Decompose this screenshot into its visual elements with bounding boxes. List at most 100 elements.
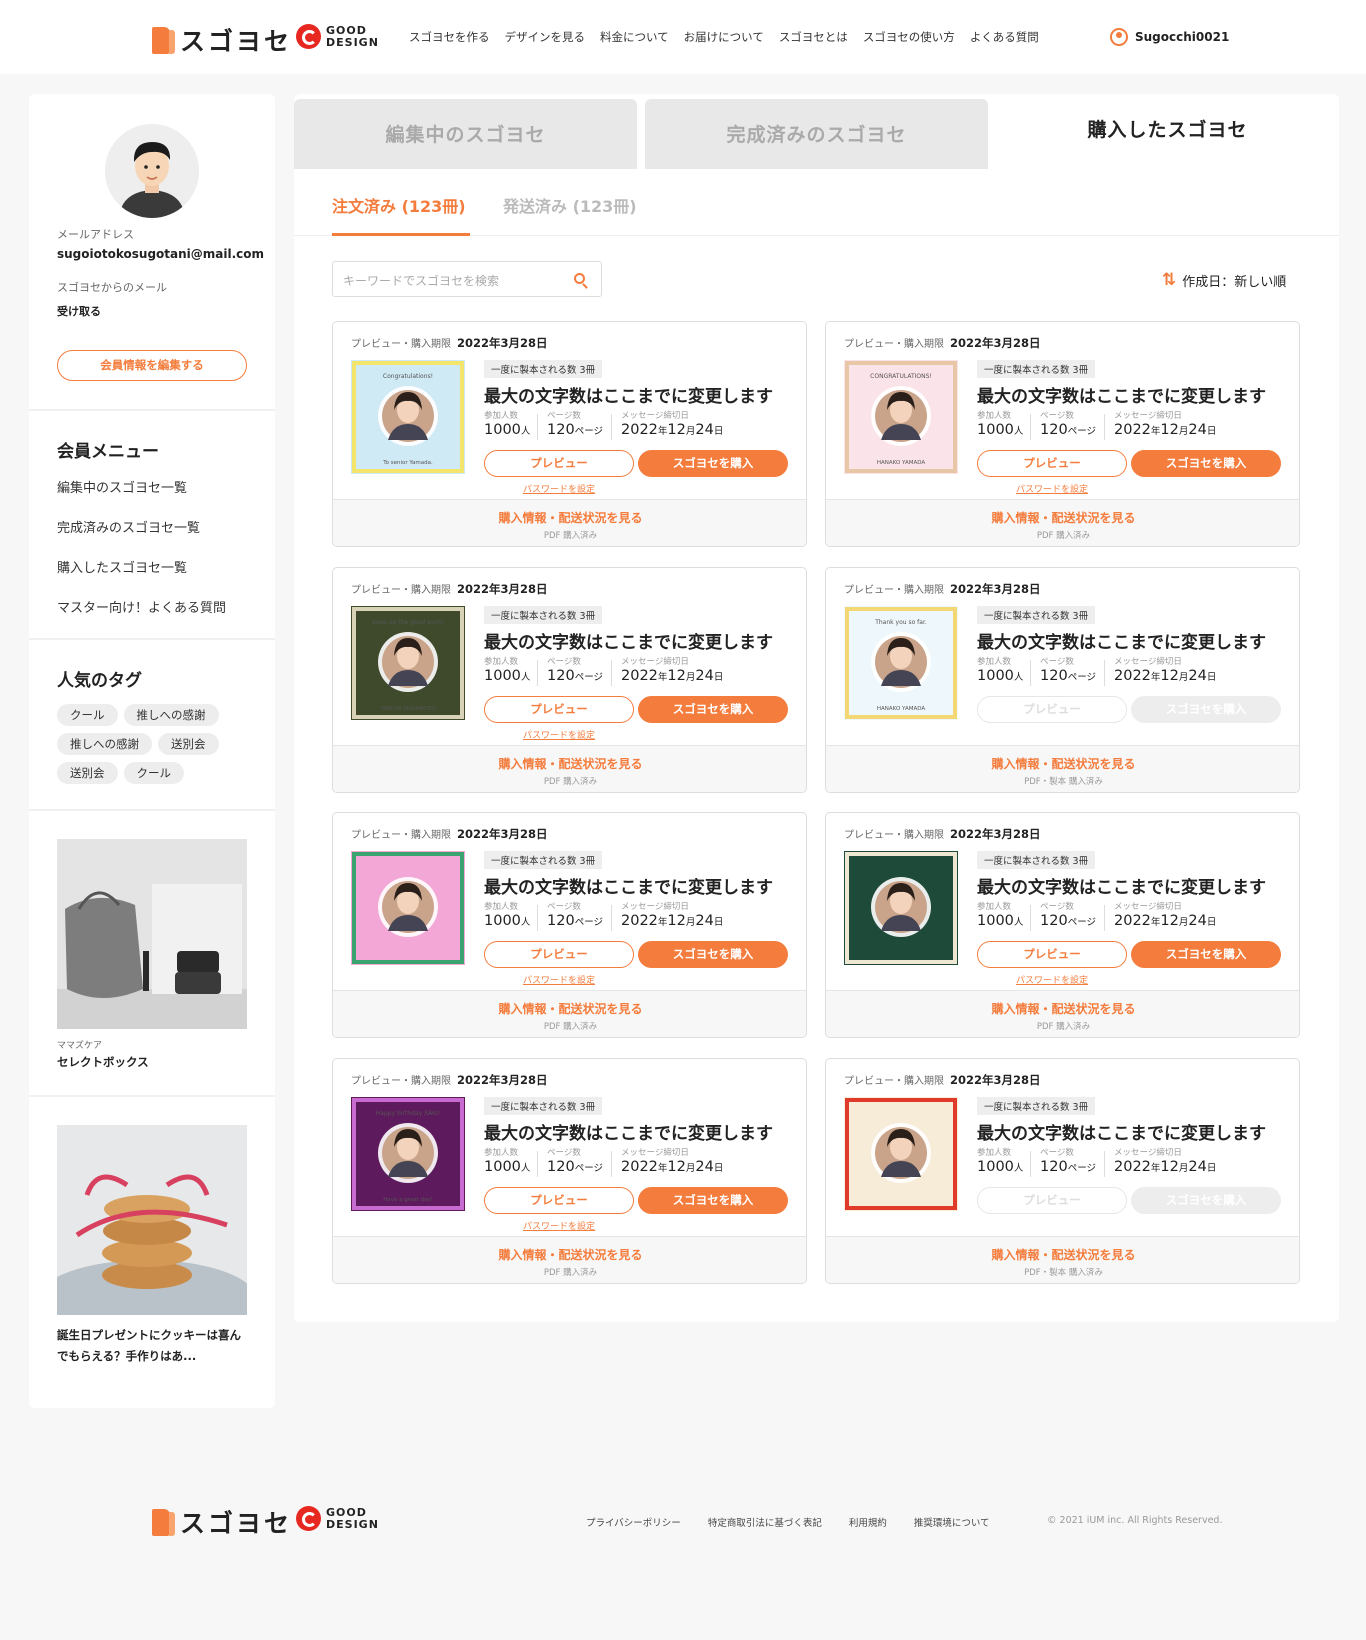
tab-purchased[interactable]: 購入したスゴヨセ	[996, 94, 1339, 169]
set-password-link[interactable]: パスワードを設定	[484, 728, 634, 741]
preview-button[interactable]: プレビュー	[484, 696, 634, 723]
nav-create[interactable]: スゴヨセを作る	[409, 29, 490, 45]
pages-unit: ページ	[1067, 672, 1096, 683]
card-thumbnail[interactable]: Keep up the good work! TAKUYA SUGAMOTO	[351, 606, 465, 720]
card-thumbnail[interactable]: Thank you so far. HANAKO YAMADA	[844, 606, 958, 720]
card-thumbnail[interactable]	[351, 851, 465, 965]
nav-pricing[interactable]: 料金について	[600, 29, 669, 45]
stat-divider	[1030, 1151, 1031, 1177]
menu-master-faq[interactable]: マスター向け！よくある質問	[57, 597, 226, 616]
participants-number: 1000	[484, 668, 521, 684]
deadline-date: 2022年3月28日	[457, 336, 548, 350]
buy-button[interactable]: スゴヨセを購入	[638, 1187, 788, 1214]
tab-editing[interactable]: 編集中のスゴヨセ	[294, 99, 637, 169]
nav-delivery[interactable]: お届けについて	[684, 29, 764, 45]
set-password-link[interactable]: パスワードを設定	[484, 1219, 634, 1232]
buy-button[interactable]: スゴヨセを購入	[1131, 941, 1281, 968]
tag[interactable]: 送別会	[158, 733, 219, 755]
thumbnail-subcaption: TAKUYA SUGAMOTO	[380, 706, 437, 712]
deadline-label: プレビュー・購入期限	[351, 1076, 451, 1087]
purchase-status: PDF 購入済み	[543, 777, 598, 787]
menu-purchased-list[interactable]: 購入したスゴヨセ一覧	[57, 557, 187, 576]
purchase-info-link[interactable]: 購入情報・配送状況を見る	[826, 1000, 1299, 1017]
set-password-link[interactable]: パスワードを設定	[977, 482, 1127, 495]
article-image-cookies[interactable]	[57, 1125, 247, 1315]
search-input[interactable]: キーワードでスゴヨセを検索	[343, 272, 499, 289]
footer-link-legal[interactable]: 特定商取引法に基づく表記	[708, 1515, 822, 1529]
participants-unit: 人	[1013, 1163, 1024, 1174]
preview-button[interactable]: プレビュー	[484, 941, 634, 968]
buy-button[interactable]: スゴヨセを購入	[638, 450, 788, 477]
tag[interactable]: 送別会	[57, 762, 118, 784]
purchase-status: PDF・製本 購入済み	[1024, 1268, 1103, 1278]
article-image-select-box[interactable]	[57, 839, 247, 1029]
preview-button[interactable]: プレビュー	[484, 1187, 634, 1214]
footer-link-terms[interactable]: 利用規約	[849, 1515, 887, 1529]
nav-faq[interactable]: よくある質問	[970, 29, 1039, 45]
footer-logo[interactable]: スゴヨセ	[152, 1504, 292, 1540]
set-password-link[interactable]: パスワードを設定	[484, 482, 634, 495]
logo-text: スゴヨセ	[180, 27, 293, 56]
purchase-info-link[interactable]: 購入情報・配送状況を見る	[333, 509, 806, 526]
preview-button[interactable]: プレビュー	[484, 450, 634, 477]
tag[interactable]: 推しへの感謝	[123, 704, 219, 726]
card-title[interactable]: 最大の文字数はここまでに変更します	[484, 628, 773, 653]
card-thumbnail[interactable]	[844, 851, 958, 965]
tag[interactable]: 推しへの感謝	[57, 733, 152, 755]
card-thumbnail[interactable]: Happy birthday SAKI! Have a great day!	[351, 1097, 465, 1211]
tab-completed[interactable]: 完成済みのスゴヨセ	[645, 99, 988, 169]
buy-button[interactable]: スゴヨセを購入	[638, 941, 788, 968]
card-title[interactable]: 最大の文字数はここまでに変更します	[977, 382, 1266, 407]
card-title[interactable]: 最大の文字数はここまでに変更します	[977, 1119, 1266, 1144]
sidebar-divider	[29, 809, 275, 811]
purchase-info-link[interactable]: 購入情報・配送状況を見る	[333, 1246, 806, 1263]
footer-link-environment[interactable]: 推奨環境について	[914, 1515, 990, 1529]
article-title[interactable]: セレクトボックス	[57, 1052, 247, 1073]
menu-completed-list[interactable]: 完成済みのスゴヨセ一覧	[57, 517, 200, 536]
subtab-ordered[interactable]: 注文済み (123冊)	[332, 193, 466, 217]
nav-about[interactable]: スゴヨセとは	[779, 29, 848, 45]
article-title[interactable]: 誕生日プレゼントにクッキーは喜ん でもらえる？手作りはあ...	[57, 1325, 247, 1367]
sort-control[interactable]: ⇅ 作成日：新しい順	[1162, 270, 1286, 290]
preview-button[interactable]: プレビュー	[977, 941, 1127, 968]
site-logo[interactable]: スゴヨセ	[152, 22, 292, 58]
pages-label: ページ数	[547, 1148, 581, 1158]
deadline-day: 24	[695, 422, 714, 438]
user-menu[interactable]: Sugocchi0021	[1110, 28, 1229, 46]
card-title[interactable]: 最大の文字数はここまでに変更します	[977, 628, 1266, 653]
set-password-link[interactable]: パスワードを設定	[484, 973, 634, 986]
nav-design[interactable]: デザインを見る	[505, 29, 586, 45]
search-icon[interactable]	[574, 273, 585, 284]
purchase-info-link[interactable]: 購入情報・配送状況を見る	[333, 1000, 806, 1017]
purchase-info-link[interactable]: 購入情報・配送状況を見る	[826, 1246, 1299, 1263]
purchase-info-link[interactable]: 購入情報・配送状況を見る	[826, 755, 1299, 772]
purchase-info-link[interactable]: 購入情報・配送状況を見る	[826, 509, 1299, 526]
preview-button[interactable]: プレビュー	[977, 450, 1127, 477]
card-thumbnail[interactable]: Congratulations! To senior Yamada.	[351, 360, 465, 474]
deadline-day: 24	[695, 668, 714, 684]
nav-howto[interactable]: スゴヨセの使い方	[863, 29, 955, 45]
participants-unit: 人	[520, 917, 531, 928]
edit-profile-button[interactable]: 会員情報を編集する	[57, 350, 247, 381]
buy-button[interactable]: スゴヨセを購入	[638, 696, 788, 723]
footer-link-privacy[interactable]: プライバシーポリシー	[586, 1515, 681, 1529]
tag[interactable]: クール	[123, 762, 184, 784]
purchase-info-link[interactable]: 購入情報・配送状況を見る	[333, 755, 806, 772]
username: Sugocchi0021	[1135, 30, 1230, 44]
card-title[interactable]: 最大の文字数はここまでに変更します	[484, 873, 773, 898]
search-box[interactable]: キーワードでスゴヨセを検索	[332, 261, 602, 297]
stat-divider	[611, 660, 612, 686]
tag[interactable]: クール	[57, 704, 118, 726]
set-password-link[interactable]: パスワードを設定	[977, 973, 1127, 986]
card-title[interactable]: 最大の文字数はここまでに変更します	[977, 873, 1266, 898]
pages-label: ページ数	[547, 902, 581, 912]
good-design-badge: GOOD DESIGN	[296, 1506, 379, 1531]
card-thumbnail[interactable]: CONGRATULATIONS! HANAKO YAMADA	[844, 360, 958, 474]
buy-button[interactable]: スゴヨセを購入	[1131, 450, 1281, 477]
purchased-card: プレビュー・購入期限 2022年3月28日 一度に製本される数 3冊 最大の文字数…	[825, 812, 1300, 1038]
card-title[interactable]: 最大の文字数はここまでに変更します	[484, 1119, 773, 1144]
card-title[interactable]: 最大の文字数はここまでに変更します	[484, 382, 773, 407]
subtab-shipped[interactable]: 発送済み (123冊)	[503, 193, 637, 217]
card-thumbnail[interactable]	[844, 1097, 958, 1211]
menu-editing-list[interactable]: 編集中のスゴヨセ一覧	[57, 477, 187, 496]
